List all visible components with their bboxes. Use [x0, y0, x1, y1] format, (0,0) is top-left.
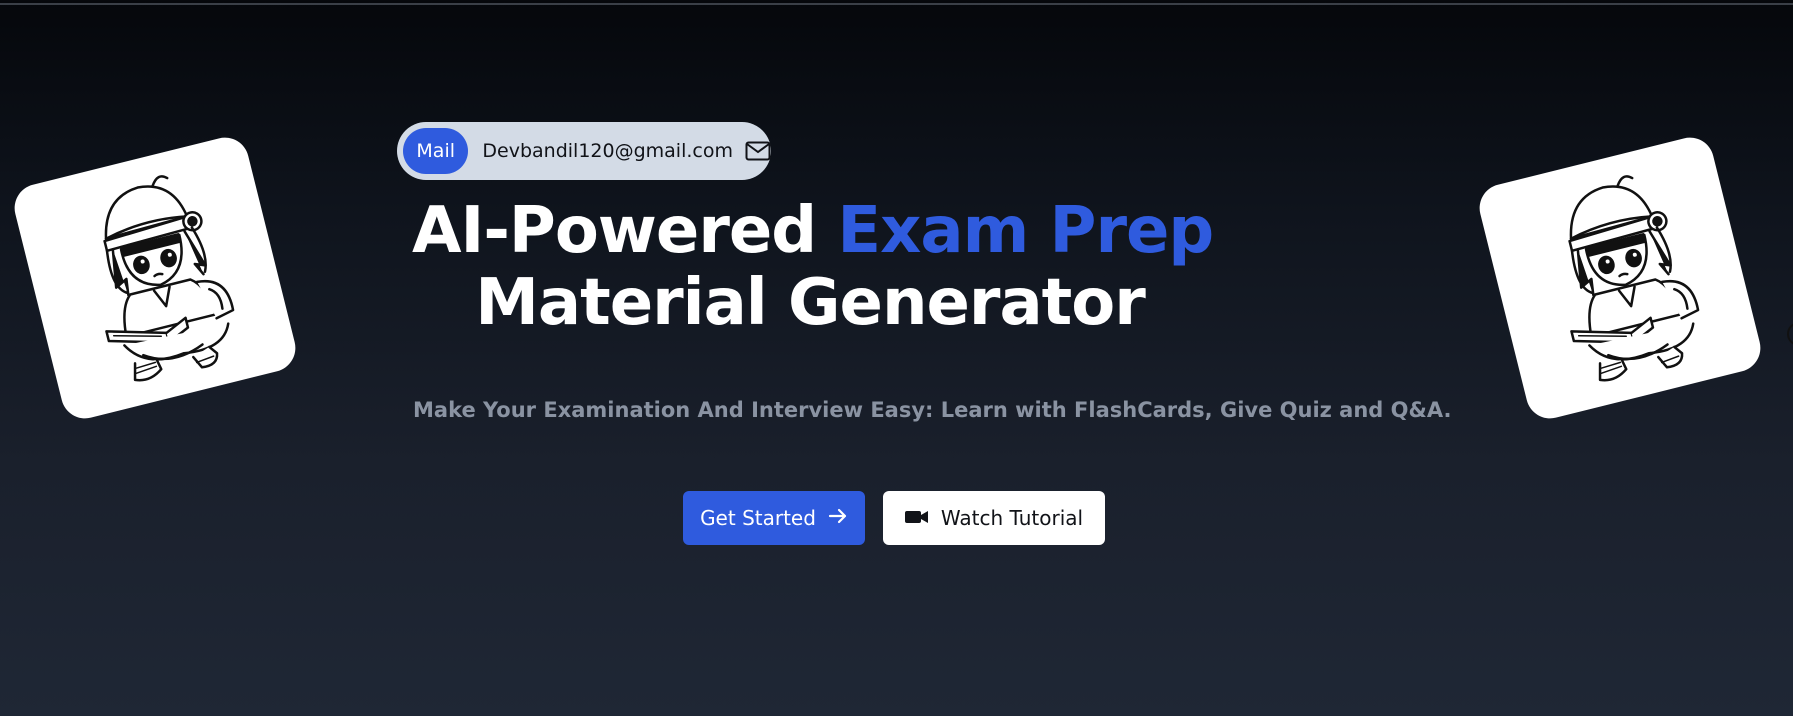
student-reading-illustration [1568, 175, 1700, 382]
get-started-label: Get Started [700, 506, 816, 530]
student-reading-illustration [103, 175, 235, 382]
illustration-card-left [9, 132, 301, 424]
hero-title: AI-Powered Exam Prep Material Generator [380, 195, 1240, 339]
hero-title-accent: Exam Prep [837, 194, 1214, 268]
envelope-icon[interactable] [745, 140, 771, 162]
top-divider [0, 3, 1793, 5]
illustration-card-right [1474, 132, 1766, 424]
watch-tutorial-button[interactable]: Watch Tutorial [883, 491, 1105, 545]
arrow-right-icon [828, 506, 848, 530]
get-started-button[interactable]: Get Started [683, 491, 865, 545]
mail-contact-pill[interactable]: Mail Devbandil120@gmail.com [397, 122, 771, 180]
hero-subtitle: Make Your Examination And Interview Easy… [413, 398, 1452, 422]
mail-badge[interactable]: Mail [403, 128, 469, 174]
watch-tutorial-label: Watch Tutorial [940, 506, 1084, 530]
hero-title-part1: AI-Powered [412, 194, 838, 268]
hero-title-line1: AI-Powered Exam Prep [380, 195, 1240, 267]
mail-address[interactable]: Devbandil120@gmail.com [482, 140, 733, 162]
video-camera-icon [904, 506, 929, 530]
hero-title-line2: Material Generator [475, 266, 1146, 340]
partial-circle-icon [1787, 322, 1793, 346]
